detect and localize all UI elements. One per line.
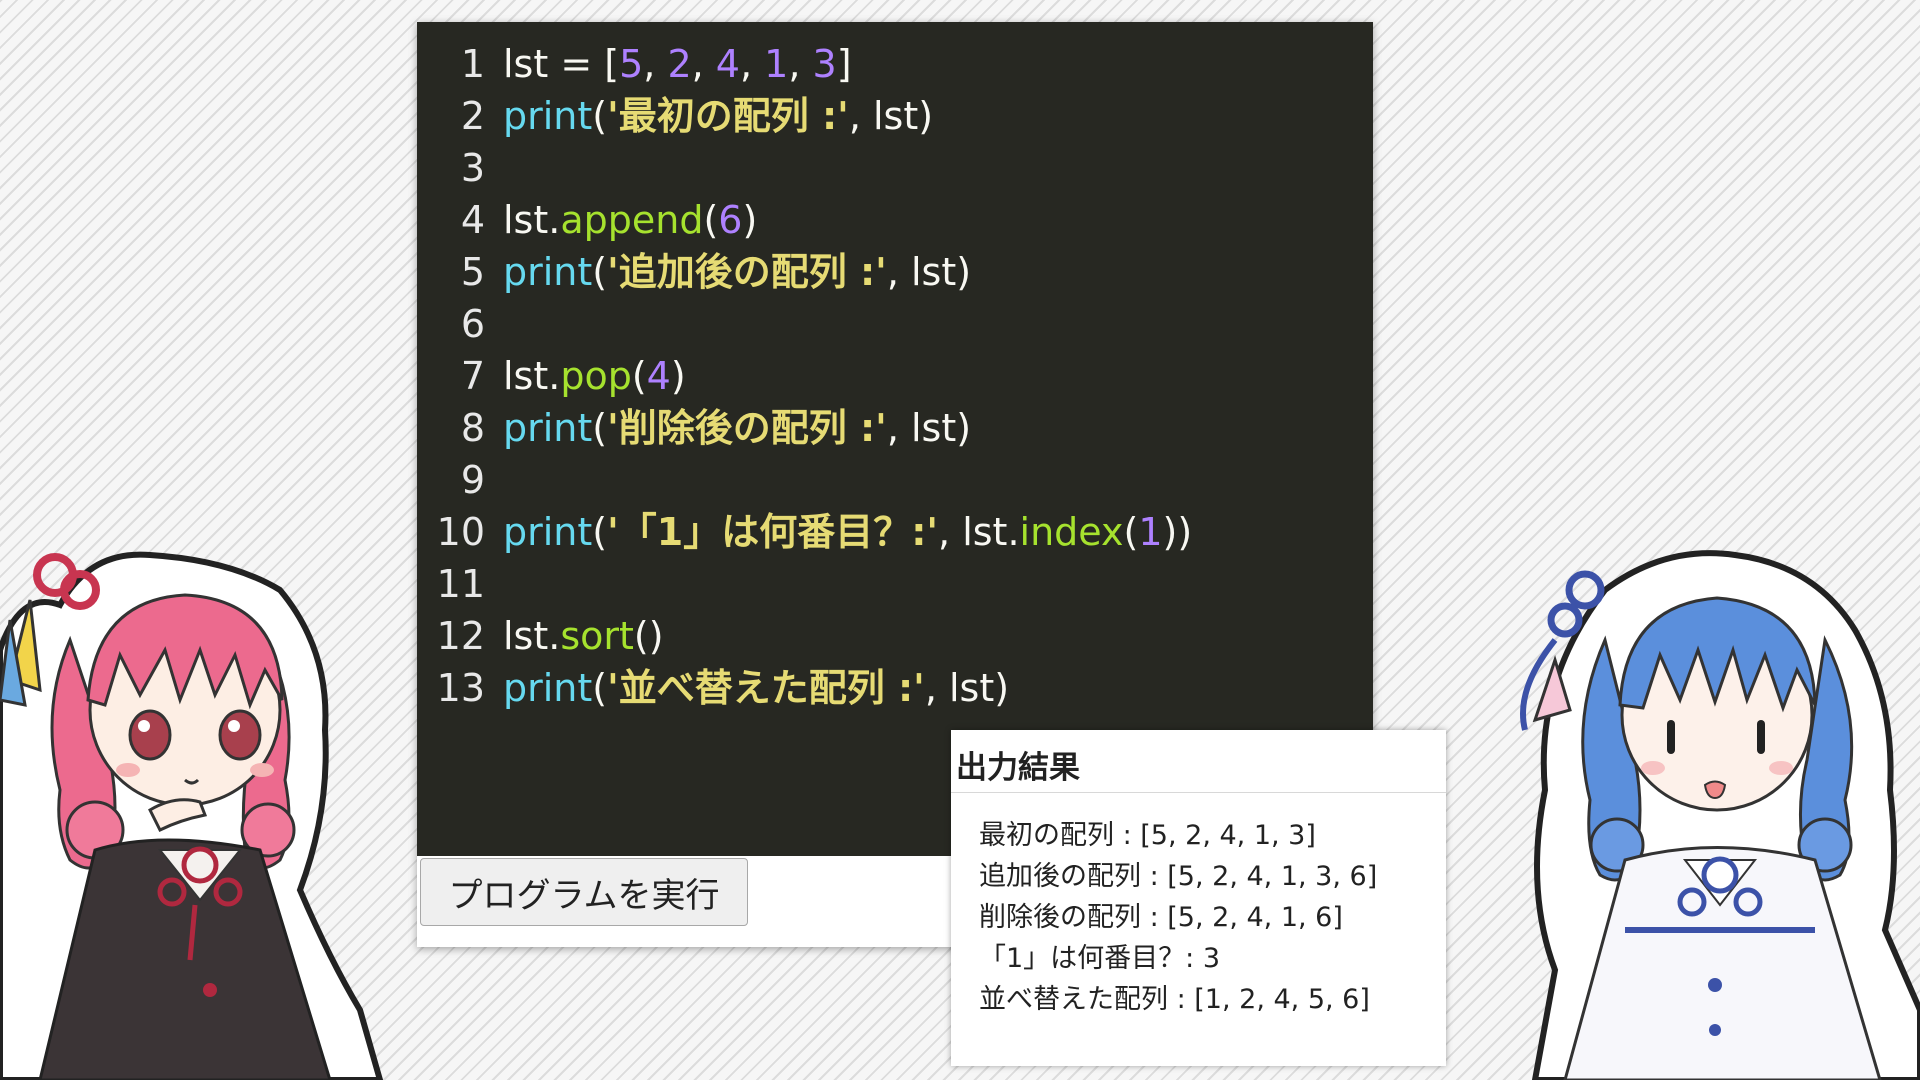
output-divider [951,792,1446,793]
code-line[interactable]: 5 print('追加後の配列 :', lst) [417,246,971,298]
code-token: ( [592,406,608,450]
code-token: print [503,94,593,138]
code-token: , lst) [848,94,934,138]
code-token: '最初の配列 :' [607,94,849,138]
code-token: ( [592,666,608,710]
code-line[interactable]: 7 lst.pop(4) [417,350,686,402]
line-number: 3 [460,146,485,190]
code-token: ] [836,42,852,86]
output-line: 追加後の配列 : [5, 2, 4, 1, 3, 6] [979,861,1378,892]
output-panel: 出力結果 最初の配列 : [5, 2, 4, 1, 3] 追加後の配列 : [5,… [951,730,1446,1066]
line-number: 12 [436,614,485,658]
line-number: 9 [460,458,485,502]
line-number: 2 [460,94,485,138]
code-token: lst. [503,614,561,658]
code-line[interactable]: 8 print('削除後の配列 :', lst) [417,402,971,454]
code-token: , [643,42,668,86]
code-text: print('追加後の配列 :', lst) [503,250,971,294]
code-token: ( [592,510,608,554]
code-line[interactable]: 9 [417,454,503,506]
code-token: lst = [ [503,42,620,86]
line-number: 8 [460,406,485,450]
code-token: ) [742,198,758,242]
code-token: ( [631,354,647,398]
code-token: print [503,250,593,294]
code-line[interactable]: 1 lst = [5, 2, 4, 1, 3] [417,38,852,90]
aoi-character [1520,550,1920,1080]
line-number: 6 [460,302,485,346]
code-token: '削除後の配列 :' [607,406,887,450]
code-token: ( [592,94,608,138]
code-token: print [503,406,593,450]
code-text: lst.sort() [503,614,664,658]
code-token: sort [560,614,634,658]
output-line: 並べ替えた配列 : [1, 2, 4, 5, 6] [979,984,1370,1015]
code-token: '「1」は何番目？:' [607,510,939,554]
code-token: 1 [764,42,789,86]
line-number: 10 [436,510,485,554]
code-text: print('最初の配列 :', lst) [503,94,933,138]
code-token: ( [592,250,608,294]
output-lines: 最初の配列 : [5, 2, 4, 1, 3] 追加後の配列 : [5, 2, 4… [979,815,1377,1020]
code-token: index [1019,510,1124,554]
line-number: 1 [460,42,485,86]
line-number: 4 [460,198,485,242]
code-token: ( [1123,510,1139,554]
code-text: print('並べ替えた配列 :', lst) [503,666,1009,710]
output-line: 削除後の配列 : [5, 2, 4, 1, 6] [979,902,1343,933]
akane-character [0,551,384,1080]
output-line: 「1」は何番目？: 3 [979,943,1221,974]
code-line[interactable]: 2 print('最初の配列 :', lst) [417,90,933,142]
code-line[interactable]: 4 lst.append(6) [417,194,758,246]
code-token: 6 [718,198,743,242]
code-token: 4 [715,42,740,86]
run-program-button[interactable]: プログラムを実行 [420,858,748,926]
line-number: 5 [460,250,485,294]
code-text: lst = [5, 2, 4, 1, 3] [503,42,852,86]
line-number: 7 [460,354,485,398]
code-token: , [739,42,765,86]
code-text: lst.pop(4) [503,354,686,398]
line-number: 11 [436,562,485,606]
code-text: lst.append(6) [503,198,757,242]
code-token: , lst) [924,666,1010,710]
code-token: append [560,198,704,242]
code-text: print('削除後の配列 :', lst) [503,406,971,450]
code-token: , [691,42,716,86]
code-token: 2 [667,42,692,86]
code-token: lst. [503,354,561,398]
code-token: 3 [812,42,837,86]
line-number: 13 [436,666,485,710]
code-token: '並べ替えた配列 :' [607,666,925,710]
code-token: 4 [646,354,671,398]
code-line[interactable]: 13 print('並べ替えた配列 :', lst) [417,662,1009,714]
code-token: pop [560,354,632,398]
output-line: 最初の配列 : [5, 2, 4, 1, 3] [979,820,1316,851]
code-text: print('「1」は何番目？:', lst.index(1)) [503,510,1192,554]
code-token: 1 [1138,510,1163,554]
code-token: ( [703,198,719,242]
output-title: 出力結果 [956,750,1080,786]
code-line[interactable]: 6 [417,298,503,350]
code-line[interactable]: 10 print('「1」は何番目？:', lst.index(1)) [417,506,1193,558]
code-line[interactable]: 3 [417,142,503,194]
code-token: lst. [503,198,561,242]
code-line[interactable]: 11 [417,558,503,610]
code-token: 5 [619,42,644,86]
code-token: print [503,510,593,554]
code-token: print [503,666,593,710]
code-token: )) [1162,510,1193,554]
code-token: , [788,42,813,86]
code-token: , lst) [886,250,972,294]
code-line[interactable]: 12 lst.sort() [417,610,664,662]
code-token: , lst. [938,510,1020,554]
code-token: , lst) [886,406,972,450]
code-token: '追加後の配列 :' [607,250,887,294]
code-token: () [633,614,664,658]
code-token: ) [670,354,686,398]
